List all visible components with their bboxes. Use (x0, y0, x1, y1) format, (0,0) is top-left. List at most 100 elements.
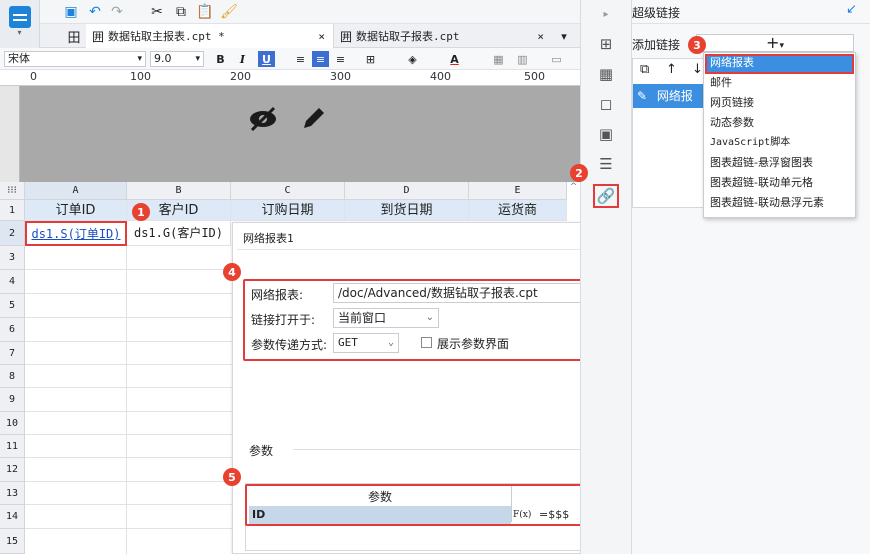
template-icon[interactable]: 田 (66, 28, 82, 46)
row-header[interactable]: 9 (0, 388, 25, 412)
menu-item-javascript[interactable]: JavaScript脚本 (710, 133, 790, 153)
grid-corner[interactable]: ⁝⁝⁝ (0, 182, 25, 200)
open-in-select[interactable]: 当前窗口 ⌄ (333, 308, 439, 328)
row-header[interactable]: 6 (0, 318, 25, 342)
italic-button[interactable]: I (234, 51, 251, 67)
font-color-button[interactable]: A (446, 51, 463, 67)
align-left-icon[interactable]: ≡ (292, 51, 309, 67)
column-header[interactable]: C (231, 182, 345, 200)
scroll-up-icon[interactable]: ^ (567, 182, 580, 200)
step-badge: 5 (223, 468, 241, 486)
save-icon[interactable]: ▣ (62, 3, 80, 21)
border-icon[interactable]: ⊞ (362, 51, 379, 67)
horizontal-ruler: 0 100 200 300 400 500 (0, 70, 580, 86)
param-name-cell[interactable]: ID (249, 506, 511, 524)
move-up-icon[interactable]: ↑ (666, 62, 677, 77)
eye-hidden-icon[interactable] (248, 104, 278, 134)
row-header[interactable]: 14 (0, 505, 25, 529)
condition-attribute-icon[interactable]: ▦ (593, 63, 619, 85)
row-header[interactable]: 10 (0, 412, 25, 435)
cell-header-shipper[interactable]: 运货商 (469, 200, 567, 221)
expand-arrow-icon[interactable]: ↙ (846, 2, 857, 17)
menu-item-email[interactable]: 邮件 (710, 73, 732, 93)
fill-color-icon[interactable]: ◈ (404, 51, 421, 67)
row-header[interactable]: 4 (0, 270, 25, 294)
copy-link-icon[interactable]: ⧉ (640, 62, 649, 77)
underline-button[interactable]: U (258, 51, 275, 67)
menu-item-web-link[interactable]: 网页链接 (710, 93, 754, 113)
data-column-icon[interactable]: ☰ (593, 153, 619, 175)
chevron-down-icon: ▾ (17, 28, 22, 37)
font-toolbar: 宋体 ▾ 9.0 ▾ B I U ≡ ≡ ≡ ⊞ ◈ A ▦ ▥ ▭ (0, 48, 580, 70)
row-header[interactable]: 2 (0, 221, 25, 246)
ruler-mark: 300 (330, 70, 351, 83)
show-param-checkbox[interactable] (421, 337, 432, 348)
menu-item-network-report[interactable]: 网络报表 (710, 53, 754, 73)
add-link-label: 添加链接 (632, 38, 681, 52)
cell-element-icon[interactable]: ◻ (593, 93, 619, 115)
widget-icon[interactable]: ▣ (593, 123, 619, 145)
row-header[interactable]: 12 (0, 458, 25, 482)
step-badge: 4 (223, 263, 241, 281)
app-logo[interactable]: ▾ (0, 0, 40, 48)
row-header[interactable]: 15 (0, 529, 25, 554)
link-list (632, 58, 704, 208)
align-center-icon[interactable]: ≡ (312, 51, 329, 67)
paste-icon[interactable]: 📋 (196, 3, 214, 21)
format-brush-icon[interactable]: 🖌 (220, 3, 238, 21)
cell-customer-id-field[interactable]: ds1.G(客户ID) (127, 221, 231, 246)
row-header[interactable]: 13 (0, 482, 25, 505)
row-header[interactable]: 5 (0, 294, 25, 318)
close-tab-icon[interactable]: × (318, 30, 325, 43)
tab-label: 数据钻取子报表.cpt (356, 30, 460, 43)
cell-header-order-date[interactable]: 订购日期 (231, 200, 345, 221)
menu-item-dynamic-param[interactable]: 动态参数 (710, 113, 754, 133)
right-tool-strip: ▸ ⊞ ▦ ◻ ▣ ☰ 🔗 (580, 0, 632, 554)
dialog-title: 网络报表1 (243, 232, 294, 245)
move-down-icon[interactable]: ↓ (692, 62, 703, 77)
cell-order-id-field[interactable]: ds1.S(订单ID) (25, 221, 127, 246)
font-size-select[interactable]: 9.0 ▾ (150, 51, 204, 67)
edit-pencil-icon[interactable] (298, 104, 328, 134)
method-select[interactable]: GET ⌄ (333, 333, 399, 353)
menu-item-chart-popup[interactable]: 图表超链-悬浮窗图表 (710, 153, 813, 173)
row-header[interactable]: 1 (0, 200, 25, 221)
row-header[interactable]: 3 (0, 246, 25, 270)
menu-item-chart-float-link[interactable]: 图表超链-联动悬浮元素 (710, 193, 824, 213)
cell-attribute-icon[interactable]: ⊞ (593, 33, 619, 55)
close-tab-icon[interactable]: × (537, 30, 544, 43)
report-file-icon: 囲 (92, 29, 105, 44)
column-divider (126, 246, 127, 554)
undo-icon[interactable]: ↶ (86, 3, 104, 21)
column-header[interactable]: D (345, 182, 469, 200)
link-item-label: 网络报 (656, 89, 693, 103)
hyperlink-icon[interactable]: 🔗 (593, 184, 619, 208)
link-list-item[interactable]: ✎ 网络报 (633, 84, 703, 108)
collapse-arrow-icon[interactable]: ▸ (593, 3, 619, 25)
cut-icon[interactable]: ✂ (148, 3, 166, 21)
unmerge-icon[interactable]: ▥ (514, 51, 531, 67)
tab-menu-icon[interactable]: ▾ (556, 28, 572, 44)
formula-button[interactable]: F(x) (513, 506, 533, 524)
panel-title: 超级链接 (632, 6, 681, 20)
column-header[interactable]: E (469, 182, 567, 200)
menu-item-chart-cell-link[interactable]: 图表超链-联动单元格 (710, 173, 813, 193)
merge-icon[interactable]: ▦ (490, 51, 507, 67)
tab-main-report[interactable]: 囲 数据钻取主报表.cpt * × (86, 24, 334, 48)
more-icon[interactable]: ▭ (548, 51, 565, 67)
bold-button[interactable]: B (212, 51, 229, 67)
font-family-select[interactable]: 宋体 ▾ (4, 51, 146, 67)
row-header[interactable]: 11 (0, 435, 25, 458)
cell-header-order-id[interactable]: 订单ID (25, 200, 127, 221)
align-right-icon[interactable]: ≡ (332, 51, 349, 67)
add-link-button[interactable]: +▾ (696, 34, 854, 52)
cell-header-arrival-date[interactable]: 到货日期 (345, 200, 469, 221)
row-header[interactable]: 8 (0, 365, 25, 388)
redo-icon[interactable]: ↷ (108, 3, 126, 21)
row-header[interactable]: 7 (0, 342, 25, 365)
tab-sub-report[interactable]: 囲 数据钻取子报表.cpt × (334, 24, 554, 48)
link-type-dropdown: 网络报表 邮件 网页链接 动态参数 JavaScript脚本 图表超链-悬浮窗图… (703, 52, 856, 218)
column-header[interactable]: A (25, 182, 127, 200)
copy-icon[interactable]: ⧉ (172, 3, 190, 21)
column-header[interactable]: B (127, 182, 231, 200)
